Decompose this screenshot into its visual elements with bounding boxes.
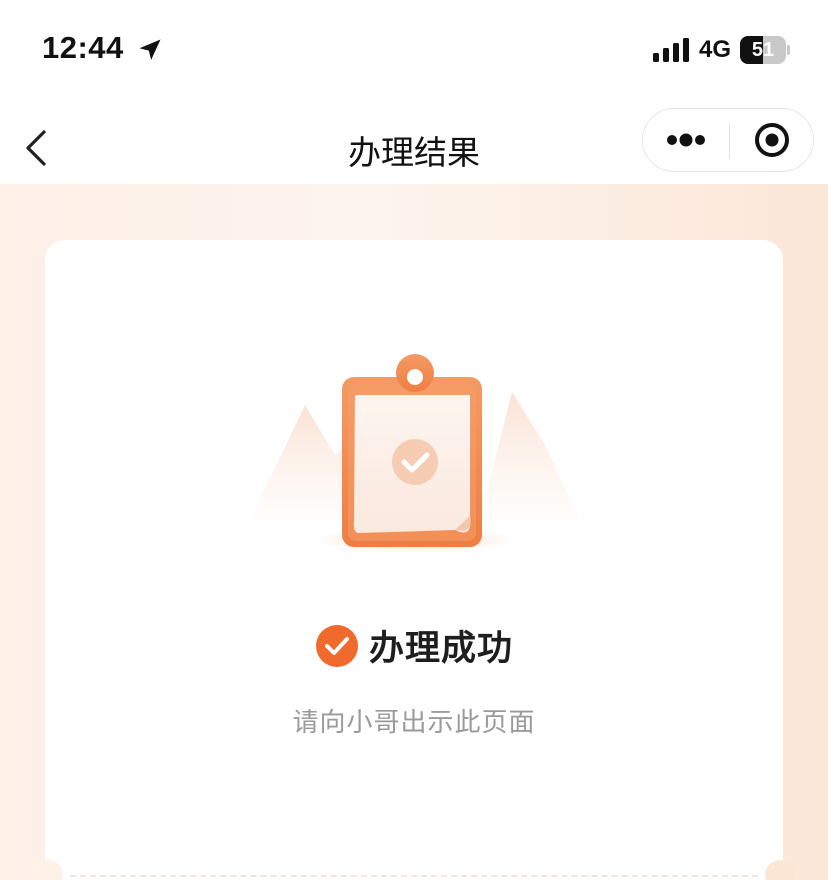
signal-bars-icon bbox=[653, 38, 689, 62]
miniprogram-close-icon bbox=[755, 123, 789, 157]
nav-bar: 办理结果 bbox=[0, 96, 828, 184]
more-dots-icon bbox=[667, 133, 705, 147]
battery-indicator: 51 bbox=[740, 36, 790, 64]
location-arrow-icon bbox=[139, 39, 161, 60]
status-bar: 12:44 4G 51 bbox=[0, 0, 828, 96]
clipboard-check-illustration bbox=[250, 354, 580, 552]
close-miniprogram-button[interactable] bbox=[730, 109, 814, 171]
status-time: 12:44 bbox=[42, 30, 124, 65]
result-title: 办理成功 bbox=[368, 629, 513, 669]
miniprogram-capsule bbox=[642, 108, 814, 172]
ticket-divider bbox=[70, 875, 758, 877]
result-card: 办理成功 请向小哥出示此页面 bbox=[45, 240, 783, 880]
more-button[interactable] bbox=[643, 109, 729, 171]
check-circle-icon bbox=[315, 624, 358, 667]
battery-percent: 51 bbox=[751, 39, 775, 61]
battery-cap bbox=[787, 45, 790, 55]
network-type: 4G bbox=[699, 36, 732, 63]
result-subtitle: 请向小哥出示此页面 bbox=[292, 708, 536, 738]
result-status: 办理成功 bbox=[45, 620, 783, 669]
